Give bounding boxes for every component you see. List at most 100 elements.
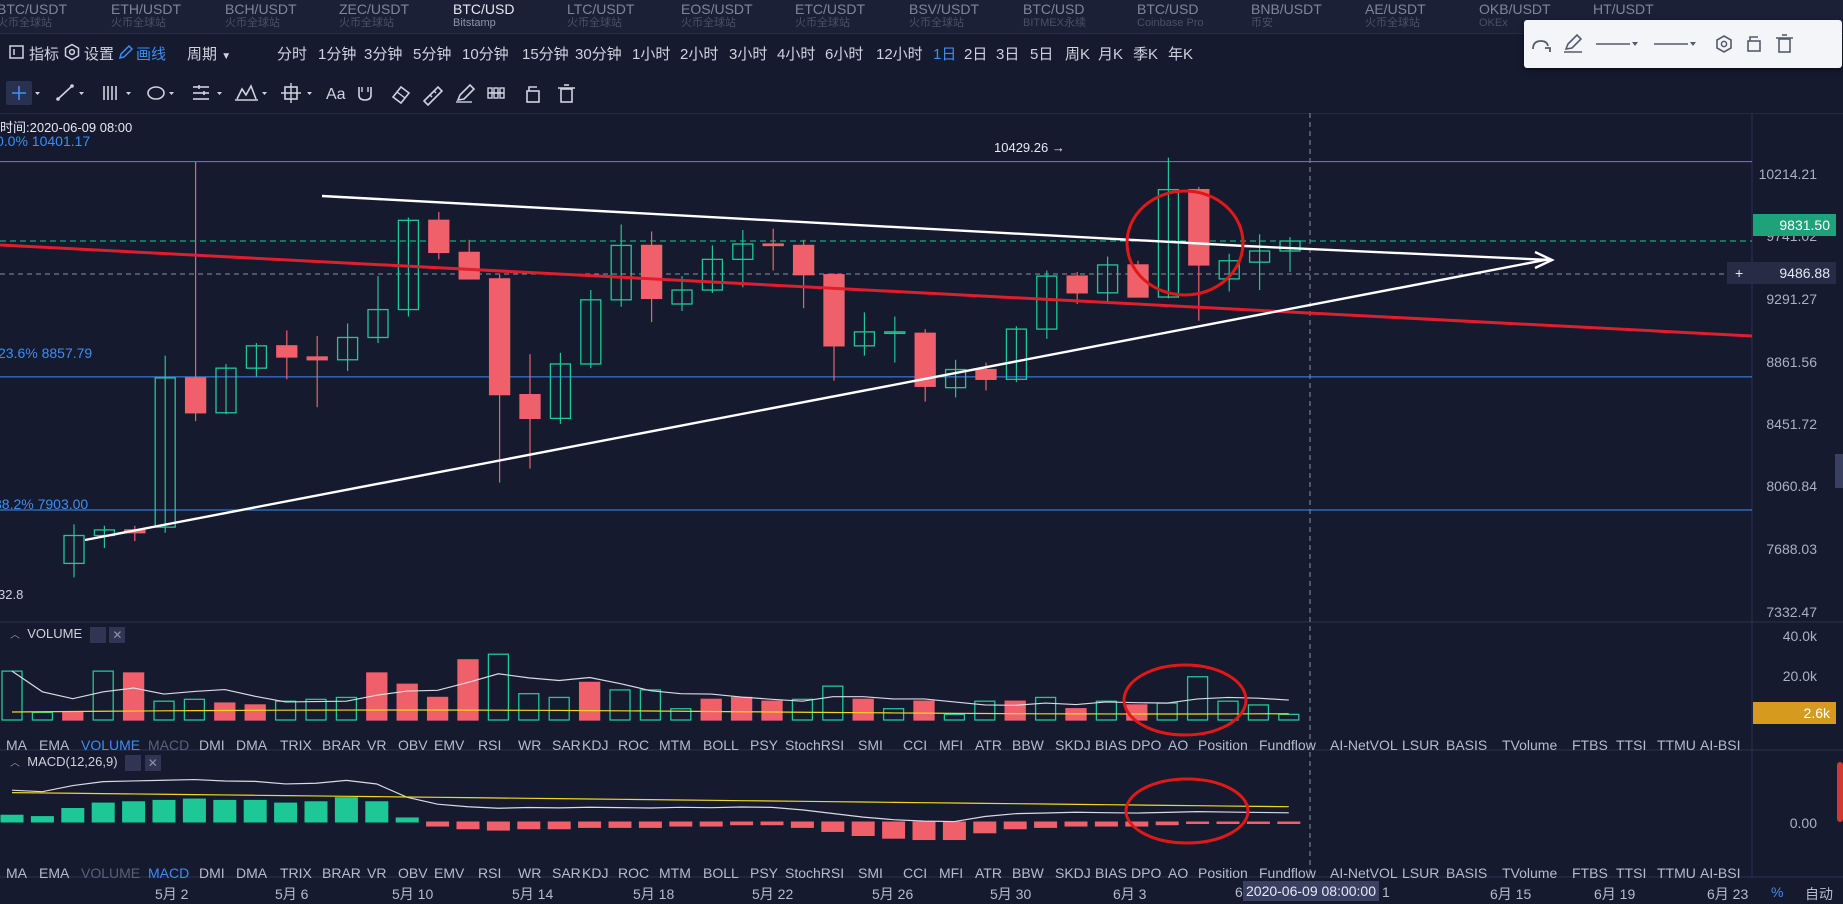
line-color-icon[interactable] bbox=[1564, 33, 1583, 53]
gear-icon[interactable] bbox=[63, 43, 85, 63]
collapse-icon[interactable]: ︿ bbox=[10, 758, 20, 769]
symbol-tab[interactable]: AE/USDT 火币全球站 bbox=[1365, 1, 1479, 32]
indicator-tab-bbw[interactable]: BBW bbox=[1012, 865, 1044, 881]
indicator-tab-dpo[interactable]: DPO bbox=[1131, 737, 1161, 753]
period-option[interactable]: 12小时 bbox=[876, 43, 923, 64]
auto-toggle[interactable]: 自动 bbox=[1805, 884, 1833, 904]
period-dropdown[interactable]: 周期 ▼ bbox=[187, 43, 231, 64]
indicator-tab-vr[interactable]: VR bbox=[367, 737, 386, 753]
ruler-icon[interactable] bbox=[422, 85, 444, 107]
fill-color-icon[interactable] bbox=[1532, 40, 1551, 52]
indicator-tab-ma[interactable]: MA bbox=[6, 737, 27, 753]
period-option[interactable]: 15分钟 bbox=[522, 43, 569, 64]
indicator-tab-mtm[interactable]: MTM bbox=[659, 737, 691, 753]
symbol-tab[interactable]: BTC/USD BITMEX永续 bbox=[1023, 1, 1137, 32]
indicator-tab-macd[interactable]: MACD bbox=[148, 865, 189, 881]
line-style-dropdown[interactable] bbox=[1654, 42, 1696, 46]
gear-icon[interactable] bbox=[125, 754, 142, 771]
period-option[interactable]: 10分钟 bbox=[462, 43, 509, 64]
period-option[interactable]: 2日 bbox=[964, 43, 987, 64]
indicator-tab-ema[interactable]: EMA bbox=[39, 865, 69, 881]
indicator-tab-sar[interactable]: SAR bbox=[552, 737, 581, 753]
indicator-icon[interactable] bbox=[8, 43, 30, 63]
indicator-tab-ftbs[interactable]: FTBS bbox=[1572, 865, 1608, 881]
indicators-button[interactable]: 指标 bbox=[29, 43, 59, 64]
indicator-tab-basis[interactable]: BASIS bbox=[1446, 865, 1487, 881]
indicator-tab-position[interactable]: Position bbox=[1198, 737, 1248, 753]
indicator-tab-stochrsi[interactable]: StochRSI bbox=[785, 737, 844, 753]
symbol-tab[interactable]: ETH/USDT 火币全球站 bbox=[111, 1, 225, 32]
indicator-tab-wr[interactable]: WR bbox=[518, 737, 541, 753]
gear-icon[interactable] bbox=[89, 626, 106, 643]
indicator-tab-skdj[interactable]: SKDJ bbox=[1055, 865, 1091, 881]
indicator-tab-roc[interactable]: ROC bbox=[618, 737, 649, 753]
indicator-tab-psy[interactable]: PSY bbox=[750, 865, 778, 881]
period-option[interactable]: 1日 bbox=[933, 43, 956, 64]
indicator-tab-stochrsi[interactable]: StochRSI bbox=[785, 865, 844, 881]
indicator-tab-skdj[interactable]: SKDJ bbox=[1055, 737, 1091, 753]
indicator-tab-mfi[interactable]: MFI bbox=[939, 865, 963, 881]
eraser-icon[interactable] bbox=[391, 85, 411, 105]
period-option[interactable]: 6小时 bbox=[825, 43, 863, 64]
indicator-tab-obv[interactable]: OBV bbox=[398, 737, 428, 753]
period-option[interactable]: 2小时 bbox=[680, 43, 718, 64]
period-option[interactable]: 分时 bbox=[277, 43, 307, 64]
chain-icon[interactable] bbox=[487, 87, 505, 99]
indicator-tab-dpo[interactable]: DPO bbox=[1131, 865, 1161, 881]
plus-icon[interactable]: + bbox=[1735, 262, 1743, 284]
indicator-tab-boll[interactable]: BOLL bbox=[703, 737, 739, 753]
period-option[interactable]: 5日 bbox=[1030, 43, 1053, 64]
indicator-tab-tvolume[interactable]: TVolume bbox=[1502, 737, 1557, 753]
lock-icon[interactable] bbox=[526, 86, 540, 103]
brush-icon[interactable] bbox=[456, 83, 476, 103]
right-panel-handle[interactable] bbox=[1835, 454, 1843, 488]
indicator-tab-ttsi[interactable]: TTSI bbox=[1616, 737, 1646, 753]
period-option[interactable]: 30分钟 bbox=[575, 43, 622, 64]
indicator-tab-dma[interactable]: DMA bbox=[236, 865, 267, 881]
indicator-tab-emv[interactable]: EMV bbox=[434, 865, 464, 881]
indicator-tab-dma[interactable]: DMA bbox=[236, 737, 267, 753]
period-option[interactable]: 1分钟 bbox=[318, 43, 356, 64]
text-tool-icon[interactable]: Aa bbox=[326, 86, 346, 103]
symbol-tab[interactable]: BTC/USD Bitstamp bbox=[453, 1, 567, 32]
indicator-tab-dmi[interactable]: DMI bbox=[199, 865, 225, 881]
period-option[interactable]: 3分钟 bbox=[364, 43, 402, 64]
indicator-tab-dmi[interactable]: DMI bbox=[199, 737, 225, 753]
symbol-tab[interactable]: BNB/USDT 币安 bbox=[1251, 1, 1365, 32]
indicator-tab-ao[interactable]: AO bbox=[1168, 865, 1188, 881]
period-option[interactable]: 5分钟 bbox=[413, 43, 451, 64]
price-chart[interactable] bbox=[0, 113, 1843, 901]
indicator-tab-roc[interactable]: ROC bbox=[618, 865, 649, 881]
settings-hex-icon[interactable] bbox=[1716, 35, 1732, 53]
indicator-tab-sar[interactable]: SAR bbox=[552, 865, 581, 881]
indicator-tab-brar[interactable]: BRAR bbox=[322, 737, 361, 753]
collapse-icon[interactable]: ︿ bbox=[10, 630, 20, 641]
indicator-tab-position[interactable]: Position bbox=[1198, 865, 1248, 881]
drawing-button[interactable]: 画线 bbox=[136, 43, 166, 64]
indicator-tab-cci[interactable]: CCI bbox=[903, 865, 927, 881]
indicator-tab-emv[interactable]: EMV bbox=[434, 737, 464, 753]
indicator-tab-tvolume[interactable]: TVolume bbox=[1502, 865, 1557, 881]
indicator-tab-ai-netvol[interactable]: AI-NetVOL bbox=[1330, 737, 1398, 753]
symbol-tab[interactable]: BCH/USDT 火币全球站 bbox=[225, 1, 339, 32]
indicator-tab-volume[interactable]: VOLUME bbox=[81, 737, 140, 753]
indicator-tab-smi[interactable]: SMI bbox=[858, 737, 883, 753]
indicator-tab-rsi[interactable]: RSI bbox=[478, 865, 501, 881]
indicator-tab-ma[interactable]: MA bbox=[6, 865, 27, 881]
indicator-tab-kdj[interactable]: KDJ bbox=[582, 737, 608, 753]
indicator-tab-cci[interactable]: CCI bbox=[903, 737, 927, 753]
ellipse-icon[interactable] bbox=[147, 86, 165, 100]
indicator-tab-atr[interactable]: ATR bbox=[975, 737, 1002, 753]
indicator-tab-ai-netvol[interactable]: AI-NetVOL bbox=[1330, 865, 1398, 881]
indicator-tab-brar[interactable]: BRAR bbox=[322, 865, 361, 881]
indicator-tab-fundflow[interactable]: Fundflow bbox=[1259, 737, 1316, 753]
indicator-tab-lsur[interactable]: LSUR bbox=[1402, 737, 1439, 753]
indicator-tab-trix[interactable]: TRIX bbox=[280, 865, 312, 881]
period-option[interactable]: 1小时 bbox=[632, 43, 670, 64]
indicator-tab-boll[interactable]: BOLL bbox=[703, 865, 739, 881]
indicator-tab-bias[interactable]: BIAS bbox=[1095, 865, 1127, 881]
trash-icon[interactable] bbox=[1776, 34, 1793, 53]
channel-icon[interactable] bbox=[103, 86, 117, 100]
line-icon[interactable] bbox=[56, 84, 74, 101]
fib-icon[interactable] bbox=[193, 85, 209, 100]
